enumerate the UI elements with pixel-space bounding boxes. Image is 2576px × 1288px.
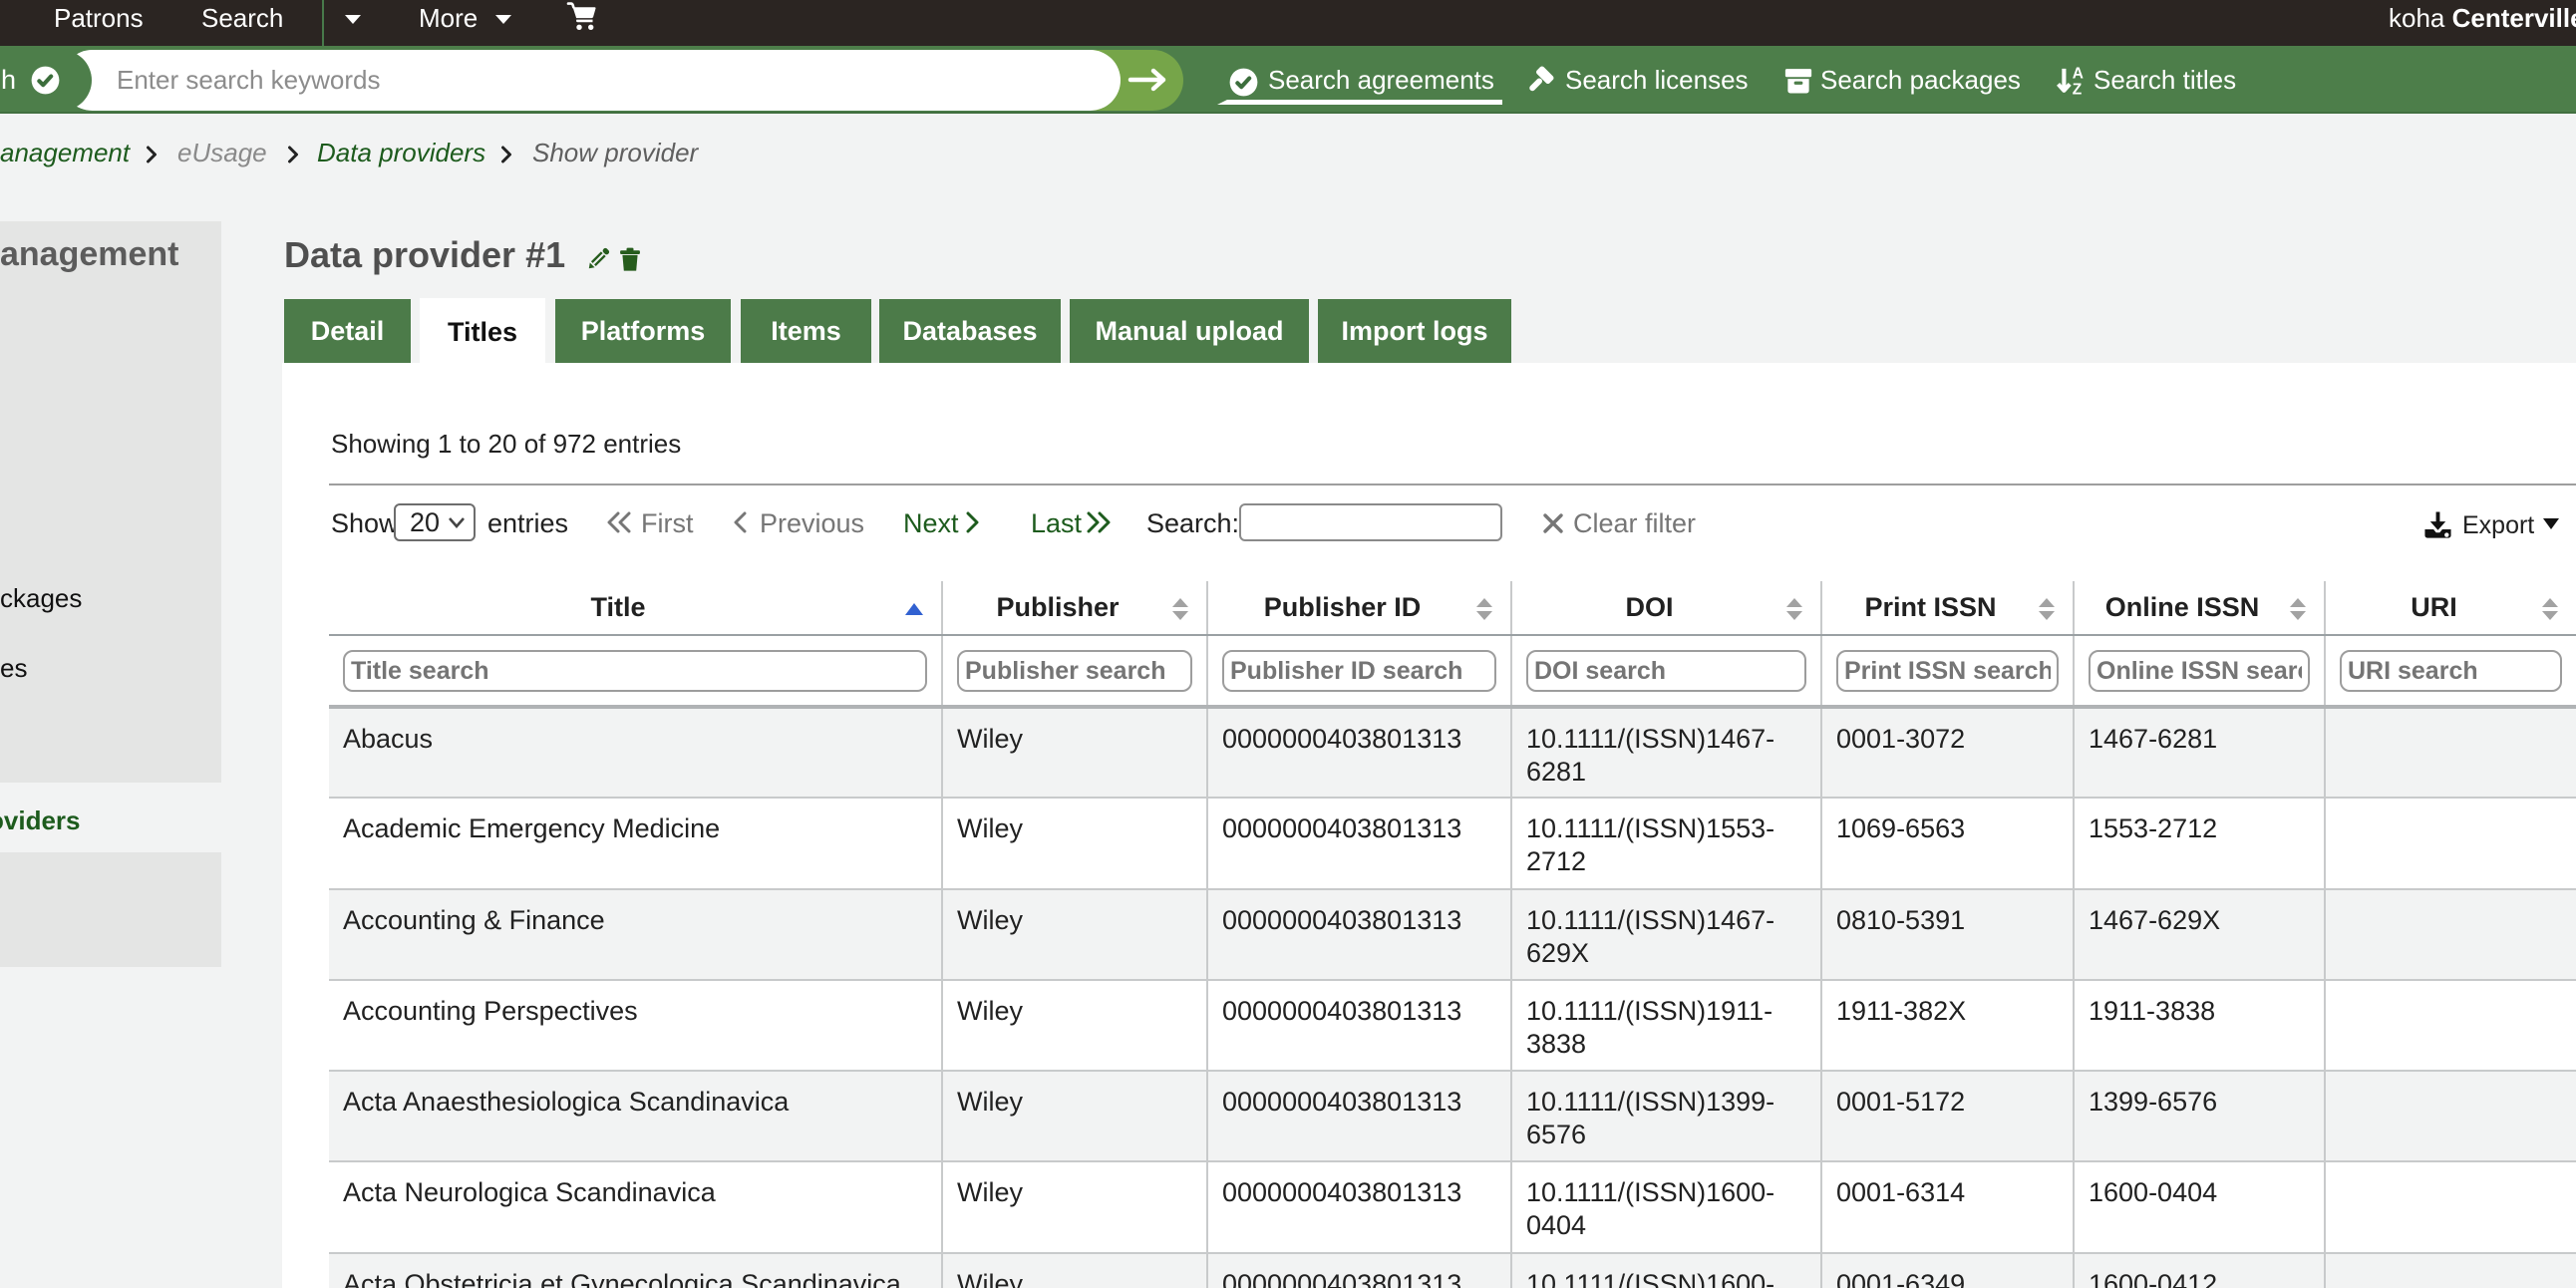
svg-text:A: A bbox=[2073, 66, 2084, 83]
svg-text:Z: Z bbox=[2073, 82, 2083, 96]
